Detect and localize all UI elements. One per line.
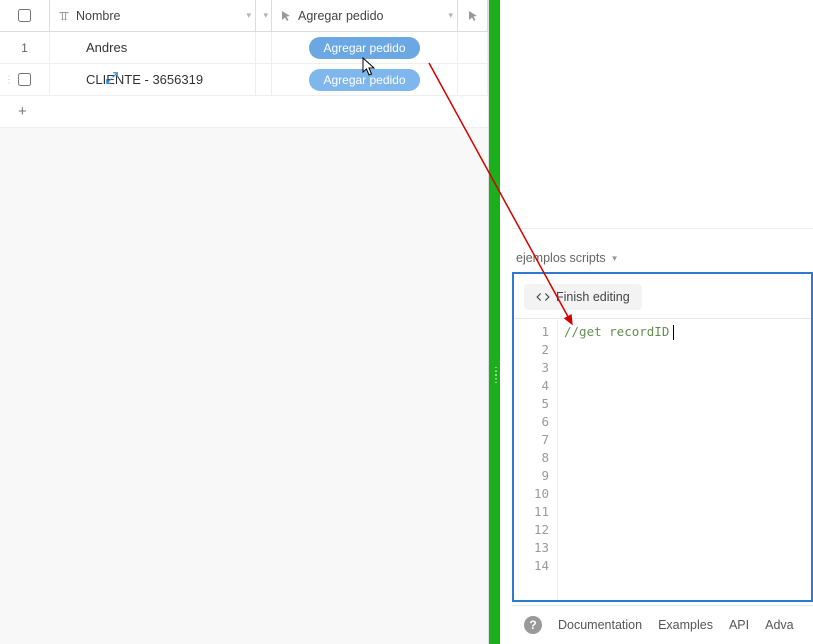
finish-editing-button[interactable]: Finish editing [524,284,642,310]
agregar-pedido-button[interactable]: Agregar pedido [309,37,419,59]
text-cursor [673,325,674,340]
column-agregar-label: Agregar pedido [298,9,383,23]
code-line-1: //get recordID [564,324,669,339]
cursor-icon [467,10,479,22]
table-row[interactable]: 1 Andres Agregar pedido [0,32,488,64]
expand-icon[interactable] [105,71,119,88]
column-separator: ▾ [256,0,272,31]
cell-nombre-text: Andres [86,40,127,55]
line-number: 4 [514,377,549,395]
footer-advanced-link[interactable]: Adva [765,618,794,632]
cursor-icon [280,10,292,22]
agregar-pedido-button[interactable]: Agregar pedido [309,69,419,91]
row-number-cell[interactable]: 1 [0,32,50,63]
chevron-down-icon[interactable]: ▾ [448,10,453,21]
cell-separator [256,32,272,63]
select-all-checkbox[interactable] [18,9,31,22]
add-row[interactable]: + [0,96,488,128]
drag-handle-icon[interactable]: ⋮⋮ [4,74,24,85]
plus-icon[interactable]: + [0,103,50,120]
line-number: 7 [514,431,549,449]
column-header-nombre[interactable]: Nombre ▾ [50,0,256,31]
footer-documentation-link[interactable]: Documentation [558,618,642,632]
row-checkbox-cell[interactable]: ⋮⋮ [0,64,50,95]
cell-cursor [458,32,488,63]
cell-cursor [458,64,488,95]
script-panel: ejemplos scripts ▼ Finish editing 1 2 3 … [500,0,813,644]
line-number: 1 [514,323,549,341]
code-content[interactable]: //get recordID [558,319,811,600]
chevron-down-icon[interactable]: ▾ [263,10,268,21]
line-number: 14 [514,557,549,575]
table-header: Nombre ▾ ▾ Agregar pedido ▾ [0,0,488,32]
chevron-down-icon[interactable]: ▼ [611,254,619,263]
footer-api-link[interactable]: API [729,618,749,632]
table-panel: Nombre ▾ ▾ Agregar pedido ▾ [0,0,489,644]
cell-button: Agregar pedido [272,32,458,63]
cell-nombre[interactable]: Andres [50,32,256,63]
line-number: 9 [514,467,549,485]
chevron-down-icon[interactable]: ▾ [246,10,251,21]
line-number: 5 [514,395,549,413]
column-header-cursor[interactable] [458,0,488,31]
text-type-icon [58,10,70,22]
panel-top-border [512,228,813,229]
line-number: 6 [514,413,549,431]
code-editor: Finish editing 1 2 3 4 5 6 7 8 9 10 11 1… [512,272,813,602]
line-gutter: 1 2 3 4 5 6 7 8 9 10 11 12 13 14 [514,319,558,600]
code-area[interactable]: 1 2 3 4 5 6 7 8 9 10 11 12 13 14 [514,318,811,600]
line-number: 3 [514,359,549,377]
line-number: 13 [514,539,549,557]
code-icon [536,290,550,304]
cell-nombre[interactable]: CLIENTE - 3656319 [50,64,256,95]
editor-footer: ? Documentation Examples API Adva [512,605,813,643]
header-checkbox-cell[interactable] [0,0,50,31]
cell-button: Agregar pedido [272,64,458,95]
cell-separator [256,64,272,95]
finish-editing-label: Finish editing [556,290,630,304]
script-title[interactable]: ejemplos scripts ▼ [516,251,619,265]
panel-divider[interactable]: ⋮⋮⋮ [489,0,500,644]
script-title-text: ejemplos scripts [516,251,606,265]
line-number: 2 [514,341,549,359]
row-number: 1 [21,41,28,55]
column-header-agregar[interactable]: Agregar pedido ▾ [272,0,458,31]
line-number: 10 [514,485,549,503]
footer-examples-link[interactable]: Examples [658,618,713,632]
help-icon[interactable]: ? [524,616,542,634]
line-number: 8 [514,449,549,467]
cell-nombre-text: CLIENTE - 3656319 [86,72,203,87]
line-number: 12 [514,521,549,539]
line-number: 11 [514,503,549,521]
divider-handle-icon[interactable]: ⋮⋮⋮ [491,370,502,382]
table-row[interactable]: ⋮⋮ CLIENTE - 3656319 Agregar pedido [0,64,488,96]
column-nombre-label: Nombre [76,9,120,23]
